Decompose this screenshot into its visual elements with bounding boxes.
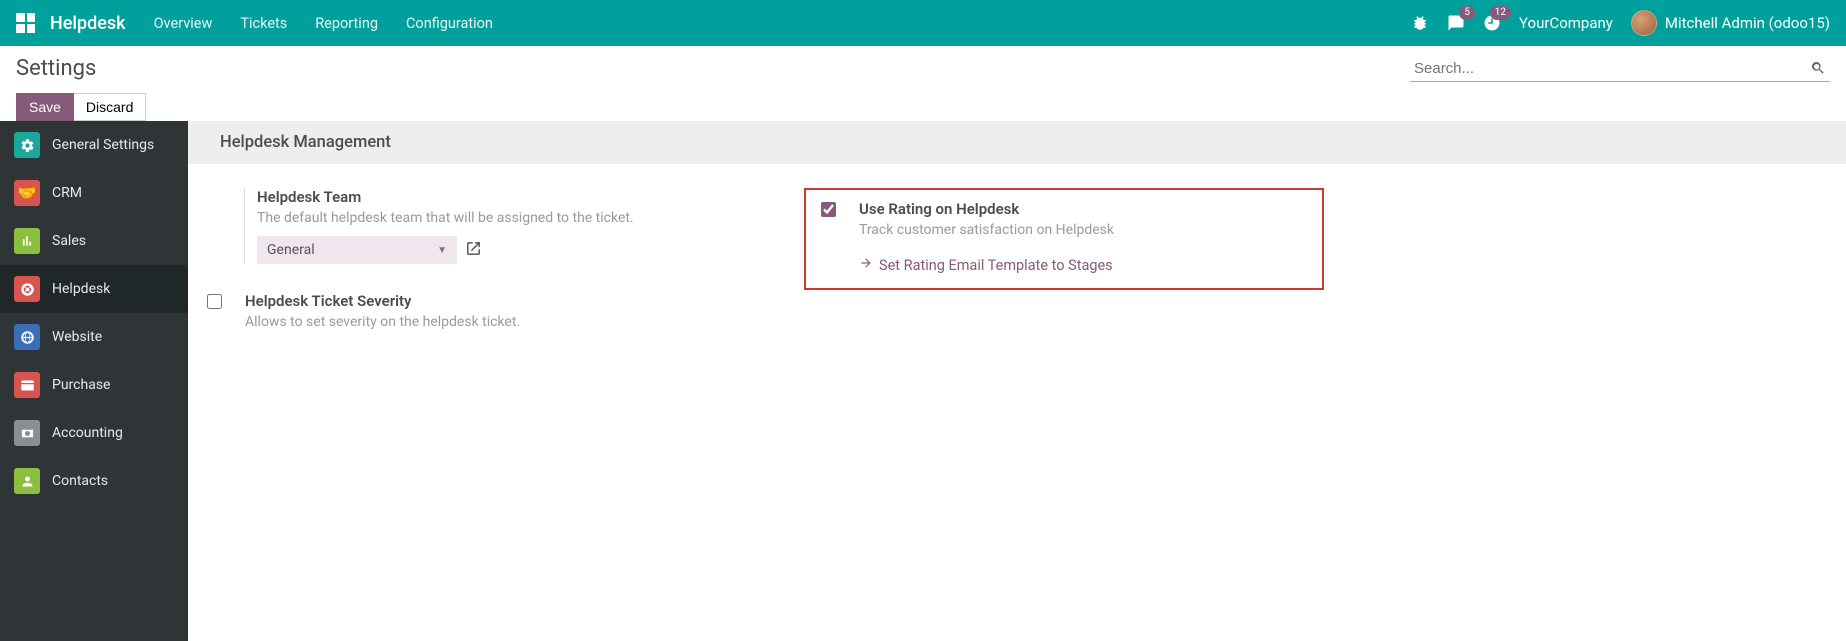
sidebar-item-helpdesk[interactable]: Helpdesk	[0, 265, 188, 313]
nav-menu-overview[interactable]: Overview	[154, 15, 213, 32]
body: General Settings 🤝 CRM Sales Helpdesk We…	[0, 121, 1846, 641]
severity-checkbox-wrap	[207, 292, 225, 340]
setting-helpdesk-team: Helpdesk Team The default helpdesk team …	[244, 188, 764, 264]
chevron-down-icon: ▼	[437, 245, 447, 256]
lifebuoy-icon	[14, 276, 40, 302]
discard-button[interactable]: Discard	[74, 93, 146, 121]
apps-icon[interactable]	[16, 13, 36, 33]
settings-col-right: Use Rating on Helpdesk Track customer sa…	[804, 188, 1324, 368]
messages-badge: 5	[1459, 6, 1475, 20]
action-link-label: Set Rating Email Template to Stages	[879, 257, 1113, 274]
user-menu[interactable]: Mitchell Admin (odoo15)	[1631, 10, 1830, 36]
arrow-right-icon	[859, 256, 873, 274]
money-icon	[14, 420, 40, 446]
nav-menu: Overview Tickets Reporting Configuration	[154, 15, 493, 32]
set-rating-template-link[interactable]: Set Rating Email Template to Stages	[859, 256, 1113, 274]
handshake-icon: 🤝	[14, 180, 40, 206]
page-title: Settings	[16, 56, 146, 81]
user-name-label: Mitchell Admin (odoo15)	[1665, 14, 1830, 32]
settings-col-left: Helpdesk Team The default helpdesk team …	[244, 188, 764, 368]
settings-sidebar: General Settings 🤝 CRM Sales Helpdesk We…	[0, 121, 188, 641]
team-select-row: General ▼	[257, 236, 764, 264]
sidebar-item-sales[interactable]: Sales	[0, 217, 188, 265]
sidebar-item-label: General Settings	[52, 137, 154, 153]
setting-body: Use Rating on Helpdesk Track customer sa…	[859, 200, 1308, 274]
nav-menu-reporting[interactable]: Reporting	[315, 15, 378, 32]
sidebar-item-label: Purchase	[52, 377, 110, 393]
setting-title: Helpdesk Team	[257, 188, 764, 206]
activities-icon[interactable]: 12	[1483, 14, 1501, 32]
sidebar-item-label: Contacts	[52, 473, 108, 489]
settings-grid: Helpdesk Team The default helpdesk team …	[188, 164, 1846, 392]
sidebar-item-label: Website	[52, 329, 102, 345]
sidebar-item-label: CRM	[52, 185, 82, 201]
search-container	[1410, 56, 1830, 82]
rating-highlight: Use Rating on Helpdesk Track customer sa…	[804, 188, 1324, 290]
sidebar-item-accounting[interactable]: Accounting	[0, 409, 188, 457]
search-icon[interactable]	[1810, 60, 1826, 80]
rating-checkbox[interactable]	[821, 202, 836, 217]
app-brand[interactable]: Helpdesk	[50, 13, 126, 34]
setting-desc: Track customer satisfaction on Helpdesk	[859, 222, 1308, 238]
setting-title: Use Rating on Helpdesk	[859, 200, 1308, 218]
sidebar-item-crm[interactable]: 🤝 CRM	[0, 169, 188, 217]
control-panel: Settings Save Discard	[0, 46, 1846, 121]
sidebar-item-website[interactable]: Website	[0, 313, 188, 361]
gear-icon	[14, 132, 40, 158]
sidebar-item-purchase[interactable]: Purchase	[0, 361, 188, 409]
setting-use-rating: Use Rating on Helpdesk Track customer sa…	[820, 200, 1308, 274]
team-select-value: General	[267, 242, 315, 258]
button-row: Save Discard	[16, 93, 146, 121]
chart-icon	[14, 228, 40, 254]
debug-icon[interactable]	[1411, 14, 1429, 32]
setting-title: Helpdesk Ticket Severity	[245, 292, 764, 310]
setting-desc: Allows to set severity on the helpdesk t…	[245, 314, 764, 330]
cp-left: Settings Save Discard	[16, 56, 146, 121]
globe-icon	[14, 324, 40, 350]
sidebar-item-general-settings[interactable]: General Settings	[0, 121, 188, 169]
top-navbar: Helpdesk Overview Tickets Reporting Conf…	[0, 0, 1846, 46]
rating-checkbox-wrap	[821, 200, 839, 274]
sidebar-item-label: Accounting	[52, 425, 123, 441]
company-switcher[interactable]: YourCompany	[1519, 14, 1613, 32]
setting-body: Helpdesk Team The default helpdesk team …	[257, 188, 764, 264]
setting-ticket-severity: Helpdesk Ticket Severity Allows to set s…	[194, 292, 764, 340]
contacts-icon	[14, 468, 40, 494]
credit-card-icon	[14, 372, 40, 398]
sidebar-item-contacts[interactable]: Contacts	[0, 457, 188, 505]
team-select[interactable]: General ▼	[257, 236, 457, 264]
avatar	[1631, 10, 1657, 36]
setting-desc: The default helpdesk team that will be a…	[257, 210, 764, 226]
external-link-icon[interactable]	[465, 240, 482, 261]
setting-body: Helpdesk Ticket Severity Allows to set s…	[245, 292, 764, 340]
sidebar-item-label: Sales	[52, 233, 86, 249]
nav-menu-configuration[interactable]: Configuration	[406, 15, 493, 32]
search-input[interactable]	[1410, 56, 1830, 82]
activities-badge: 12	[1490, 6, 1511, 20]
messages-icon[interactable]: 5	[1447, 14, 1465, 32]
sidebar-item-label: Helpdesk	[52, 281, 110, 297]
section-header: Helpdesk Management	[188, 121, 1846, 164]
settings-content: Helpdesk Management Helpdesk Team The de…	[188, 121, 1846, 641]
nav-menu-tickets[interactable]: Tickets	[240, 15, 287, 32]
severity-checkbox[interactable]	[207, 294, 222, 309]
navbar-left: Helpdesk Overview Tickets Reporting Conf…	[16, 13, 493, 34]
navbar-right: 5 12 YourCompany Mitchell Admin (odoo15)	[1411, 10, 1830, 36]
save-button[interactable]: Save	[16, 93, 74, 121]
